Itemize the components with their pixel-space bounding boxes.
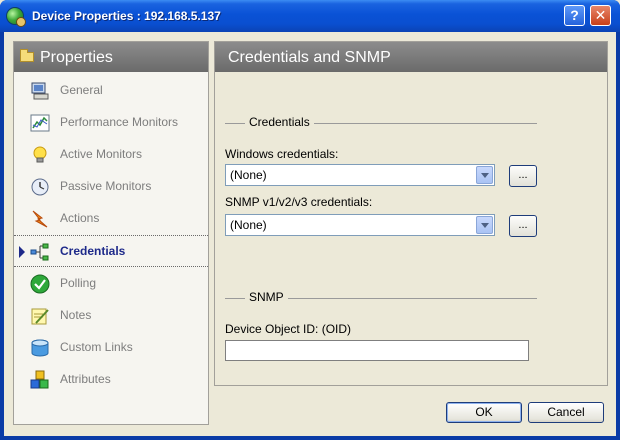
app-globe-icon	[6, 7, 26, 27]
clock-icon	[31, 178, 49, 196]
nav-item-polling[interactable]: Polling	[14, 268, 208, 300]
snmp-group-label: SNMP	[245, 290, 288, 304]
dialog-window: Device Properties : 192.168.5.137 ? ✕ Pr…	[0, 0, 620, 440]
folder-icon	[20, 49, 34, 62]
windows-credentials-select[interactable]: (None)	[225, 164, 495, 186]
properties-panel: Properties General Performance Monitors	[13, 41, 209, 425]
nav-item-notes[interactable]: Notes	[14, 300, 208, 332]
nav-item-credentials[interactable]: Credentials	[14, 235, 208, 267]
nav-label: Custom Links	[60, 340, 133, 354]
credentials-header: Credentials and SNMP	[215, 42, 607, 72]
nav-label: Notes	[60, 308, 92, 322]
windows-credentials-label: Windows credentials:	[225, 147, 339, 161]
chart-icon	[30, 114, 50, 132]
credentials-panel: Credentials and SNMP Credentials Windows…	[214, 41, 608, 386]
nav-label: Passive Monitors	[60, 179, 152, 193]
dialog-body: Properties General Performance Monitors	[4, 32, 616, 436]
nav-item-attributes[interactable]: Attributes	[14, 364, 208, 396]
nav-item-passive-monitors[interactable]: Passive Monitors	[14, 171, 208, 203]
nav-label: General	[60, 83, 103, 97]
network-icon	[30, 243, 49, 261]
notepad-icon	[31, 308, 49, 325]
properties-header: Properties	[14, 42, 208, 72]
snmp-credentials-browse-button[interactable]: ...	[509, 215, 537, 237]
snmp-credentials-select[interactable]: (None)	[225, 214, 495, 236]
nav-label: Active Monitors	[60, 147, 143, 161]
oid-input[interactable]	[225, 340, 529, 361]
nav-item-actions[interactable]: Actions	[14, 203, 208, 235]
windows-credentials-value: (None)	[230, 168, 267, 182]
title-bar[interactable]: Device Properties : 192.168.5.137 ? ✕	[0, 0, 620, 32]
checkmark-icon	[30, 274, 50, 294]
nav-label: Actions	[60, 211, 100, 225]
windows-credentials-browse-button[interactable]: ...	[509, 165, 537, 187]
properties-title: Properties	[40, 49, 113, 66]
credentials-group-label: Credentials	[245, 115, 314, 129]
database-icon	[31, 339, 49, 357]
nav-label: Polling	[60, 276, 97, 290]
page-title: Credentials and SNMP	[228, 49, 391, 66]
nav-item-performance-monitors[interactable]: Performance Monitors	[14, 107, 208, 139]
snmp-credentials-value: (None)	[230, 218, 267, 232]
nav-item-active-monitors[interactable]: Active Monitors	[14, 139, 208, 171]
close-button[interactable]: ✕	[590, 5, 611, 26]
chevron-down-icon[interactable]	[476, 216, 493, 234]
chevron-down-icon[interactable]	[476, 166, 493, 184]
nav-item-general[interactable]: General	[14, 75, 208, 107]
ok-button[interactable]: OK	[446, 402, 522, 423]
lightbulb-icon	[33, 146, 47, 163]
nav-label: Performance Monitors	[60, 115, 179, 129]
nav-label: Attributes	[60, 372, 111, 386]
nav-label: Credentials	[60, 244, 126, 258]
oid-label: Device Object ID: (OID)	[225, 322, 352, 336]
selected-arrow-icon	[19, 246, 25, 258]
window-title: Device Properties : 192.168.5.137	[32, 9, 221, 23]
computer-icon	[31, 82, 49, 100]
help-button[interactable]: ?	[564, 5, 585, 26]
cancel-button[interactable]: Cancel	[528, 402, 604, 423]
lightning-icon	[32, 210, 48, 228]
blocks-icon	[30, 370, 49, 389]
snmp-credentials-label: SNMP v1/v2/v3 credentials:	[225, 195, 373, 209]
nav-item-custom-links[interactable]: Custom Links	[14, 332, 208, 364]
